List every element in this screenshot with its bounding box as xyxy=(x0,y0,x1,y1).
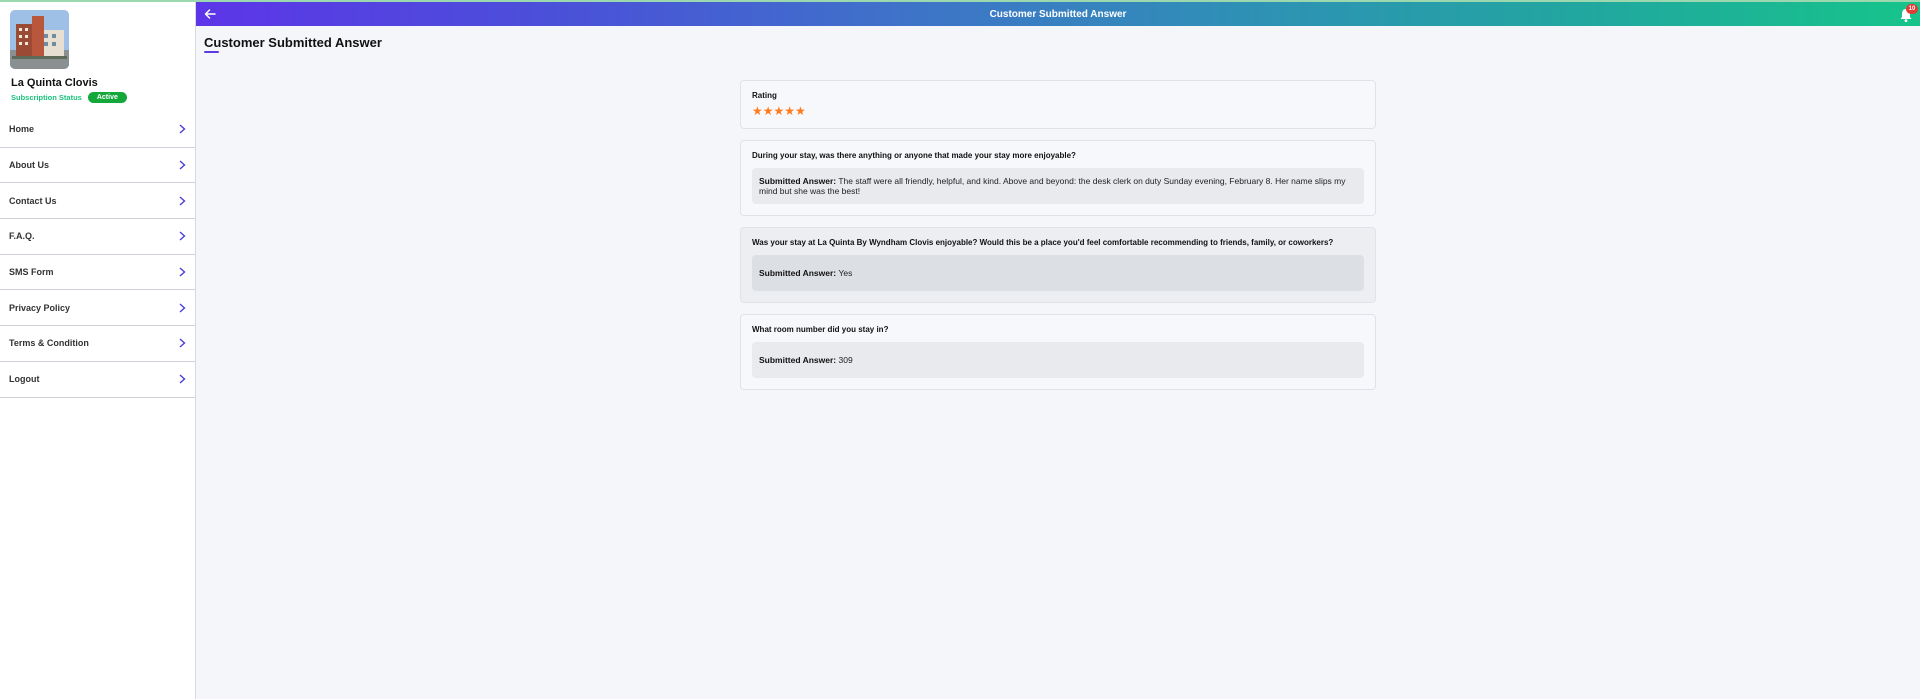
sidebar-item-label: Privacy Policy xyxy=(9,302,71,313)
chevron-right-icon xyxy=(177,338,187,348)
top-header: Customer Submitted Answer 10 xyxy=(196,2,1920,26)
hotel-profile-image xyxy=(10,10,69,69)
chevron-right-icon xyxy=(177,160,187,170)
sidebar-item-privacy-policy[interactable]: Privacy Policy xyxy=(0,290,195,327)
sidebar-item-terms-condition[interactable]: Terms & Condition xyxy=(0,326,195,362)
sidebar-item-home[interactable]: Home xyxy=(0,112,195,148)
question-text: What room number did you stay in? xyxy=(752,325,889,334)
sidebar-nav: Home About Us Contact Us F.A.Q. SMS Form… xyxy=(0,112,195,398)
chevron-right-icon xyxy=(177,124,187,134)
sidebar: La Quinta Clovis Subscription Status Act… xyxy=(0,2,196,699)
rating-card: Rating ★★★★★ xyxy=(740,80,1376,129)
page-title: Customer Submitted Answer xyxy=(204,35,382,50)
sidebar-item-label: About Us xyxy=(9,160,49,171)
question-text: Was your stay at La Quinta By Wyndham Cl… xyxy=(752,238,1334,247)
answer-label: Submitted Answer: xyxy=(759,176,837,186)
question-card: During your stay, was there anything or … xyxy=(740,140,1376,216)
sidebar-item-sms-form[interactable]: SMS Form xyxy=(0,255,195,291)
page-title-underline xyxy=(204,51,219,53)
sidebar-item-label: F.A.Q. xyxy=(9,231,35,242)
notification-count-badge: 10 xyxy=(1906,4,1918,14)
submitted-answer: Submitted Answer: 309 xyxy=(752,342,1364,378)
answers-panel: Rating ★★★★★ During your stay, was there… xyxy=(740,80,1376,401)
answer-text: 309 xyxy=(838,355,853,365)
chevron-right-icon xyxy=(177,374,187,384)
question-card: Was your stay at La Quinta By Wyndham Cl… xyxy=(740,227,1376,303)
answer-label: Submitted Answer: xyxy=(759,268,837,278)
sidebar-item-label: Home xyxy=(9,124,35,135)
star-rating: ★★★★★ xyxy=(752,105,1364,117)
submitted-answer: Submitted Answer: Yes xyxy=(752,255,1364,291)
sidebar-item-contact-us[interactable]: Contact Us xyxy=(0,183,195,220)
sidebar-item-about-us[interactable]: About Us xyxy=(0,148,195,184)
header-title: Customer Submitted Answer xyxy=(989,9,1127,20)
submitted-answer: Submitted Answer: The staff were all fri… xyxy=(752,168,1364,204)
rating-label: Rating xyxy=(752,91,777,100)
chevron-right-icon xyxy=(177,196,187,206)
subscription-label: Subscription Status xyxy=(11,93,82,102)
sidebar-item-faq[interactable]: F.A.Q. xyxy=(0,219,195,255)
chevron-right-icon xyxy=(177,303,187,313)
answer-text: Yes xyxy=(838,268,853,278)
answer-text: The staff were all friendly, helpful, an… xyxy=(759,176,1346,196)
subscription-row: Subscription Status Active xyxy=(11,92,127,103)
hotel-name: La Quinta Clovis xyxy=(11,77,98,89)
answer-label: Submitted Answer: xyxy=(759,355,837,365)
question-card: What room number did you stay in? Submit… xyxy=(740,314,1376,390)
question-text: During your stay, was there anything or … xyxy=(752,151,1076,160)
chevron-right-icon xyxy=(177,267,187,277)
sidebar-item-label: Contact Us xyxy=(9,195,57,206)
sidebar-item-label: SMS Form xyxy=(9,267,54,278)
status-badge: Active xyxy=(87,92,127,103)
chevron-right-icon xyxy=(177,231,187,241)
sidebar-item-label: Logout xyxy=(9,374,40,385)
sidebar-item-label: Terms & Condition xyxy=(9,338,89,349)
sidebar-item-logout[interactable]: Logout xyxy=(0,362,195,398)
star-icons: ★★★★★ xyxy=(752,104,806,118)
